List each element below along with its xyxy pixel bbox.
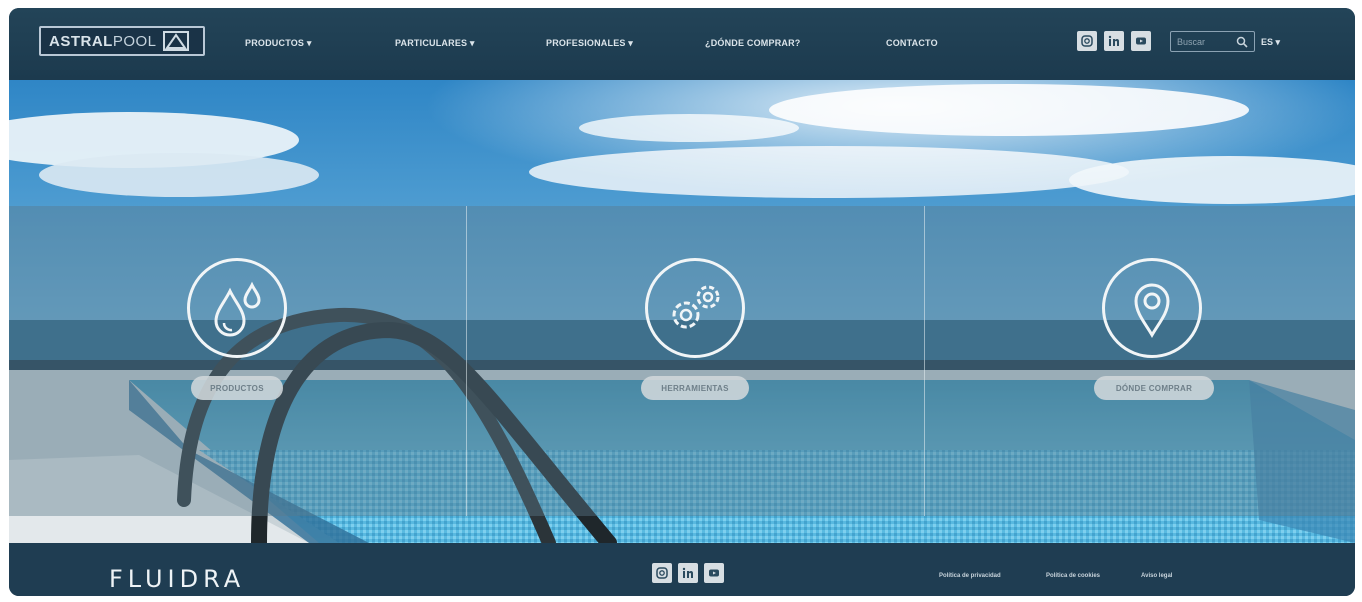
water-drops-icon[interactable]: [187, 258, 287, 358]
search-box: [1170, 31, 1255, 52]
gears-icon[interactable]: [645, 258, 745, 358]
instagram-icon[interactable]: [1077, 31, 1097, 51]
donde-comprar-button[interactable]: DÓNDE COMPRAR: [1094, 376, 1214, 400]
productos-button[interactable]: PRODUCTOS: [191, 376, 283, 400]
nav-donde-comprar[interactable]: ¿DÓNDE COMPRAR?: [705, 38, 801, 48]
footer-link-cookies[interactable]: Política de cookies: [1046, 573, 1100, 579]
footer-link-privacy[interactable]: Política de privacidad: [939, 573, 1001, 579]
top-navigation: ASTRAL POOL PRODUCTOS ▾ PARTICULARES ▾ P…: [9, 8, 1355, 80]
search-input[interactable]: [1177, 35, 1231, 48]
linkedin-icon[interactable]: [1104, 31, 1124, 51]
footer: FLUIDRA Política de privacidad Política …: [9, 543, 1355, 596]
logo-mark-icon: [162, 31, 189, 51]
nav-contacto[interactable]: CONTACTO: [886, 38, 938, 48]
hero-banner: PRODUCTOS HERRAMIENTAS DÓNDE COMPRAR: [9, 80, 1355, 543]
herramientas-button[interactable]: HERRAMIENTAS: [641, 376, 749, 400]
linkedin-icon[interactable]: [678, 563, 698, 583]
logo-text-light: POOL: [112, 32, 157, 50]
nav-profesionales[interactable]: PROFESIONALES ▾: [546, 38, 633, 49]
youtube-icon[interactable]: [1131, 31, 1151, 51]
language-selector[interactable]: ES ▾: [1261, 37, 1280, 48]
nav-particulares[interactable]: PARTICULARES ▾: [395, 38, 475, 49]
hero-divider: [466, 206, 467, 516]
hero-divider: [924, 206, 925, 516]
fluidra-logo[interactable]: FLUIDRA: [109, 565, 245, 593]
astralpool-logo[interactable]: ASTRAL POOL: [39, 26, 205, 56]
location-pin-icon[interactable]: [1102, 258, 1202, 358]
instagram-icon[interactable]: [652, 563, 672, 583]
site-frame: ASTRAL POOL PRODUCTOS ▾ PARTICULARES ▾ P…: [9, 8, 1355, 596]
logo-text-strong: ASTRAL: [49, 32, 113, 50]
footer-link-legal[interactable]: Aviso legal: [1141, 573, 1172, 579]
nav-productos[interactable]: PRODUCTOS ▾: [245, 38, 312, 49]
youtube-icon[interactable]: [704, 563, 724, 583]
search-icon[interactable]: [1236, 36, 1248, 48]
